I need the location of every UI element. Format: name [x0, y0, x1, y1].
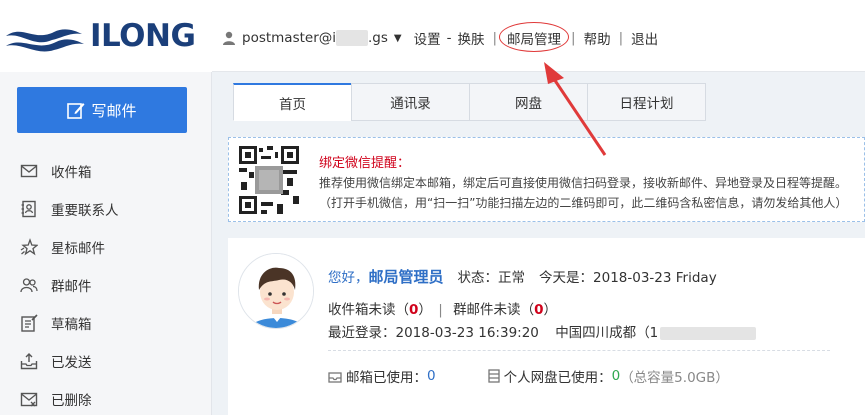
envelope-icon [20, 164, 38, 178]
logo[interactable]: ILONG [0, 0, 212, 72]
main-tabs: 首页 通讯录 网盘 日程计划 [233, 83, 706, 121]
folder-list: 收件箱 重要联系人 星标邮件 群邮件 草稿箱 已发送 已删除 [0, 152, 212, 415]
inbox-unread-label: 收件箱未读 [328, 302, 396, 318]
tab-home[interactable]: 首页 [233, 83, 352, 121]
status-label: 状态： [457, 270, 499, 286]
admin-avatar-icon [239, 254, 313, 328]
paren: ） [543, 302, 557, 318]
chevron-down-icon[interactable]: ▼ [394, 33, 402, 44]
separator: | [438, 302, 443, 318]
mailbox-used-label: 邮箱已使用： [346, 370, 427, 386]
unread-line: 收件箱未读（0） | 群邮件未读（0） [328, 298, 557, 318]
folder-label: 已发送 [51, 355, 92, 371]
group-unread-label: 群邮件未读 [453, 302, 521, 318]
last-login-line: 最近登录：2018-03-23 16:39:20 中国四川成都（1 [328, 321, 757, 341]
folder-label: 群邮件 [51, 279, 92, 295]
folder-deleted[interactable]: 已删除 [0, 380, 212, 415]
folder-label: 星标邮件 [51, 241, 105, 257]
wave-logo-icon [6, 29, 84, 52]
tab-calendar[interactable]: 日程计划 [587, 83, 706, 121]
mailbox-used-value: 0 [427, 368, 436, 384]
inbox-unread-count: 0 [409, 302, 419, 318]
status-value: 正常 [498, 270, 526, 286]
qr-code-icon[interactable] [237, 144, 301, 216]
folder-sent[interactable]: 已发送 [0, 342, 212, 380]
paren: （ [395, 302, 410, 318]
storage-usage-line: 邮箱已使用： 0 个人网盘已使用： 0 （总容量5.0GB） [328, 366, 729, 386]
inbox-unread[interactable]: 收件箱未读（0） [328, 302, 432, 318]
paren: （ [520, 302, 535, 318]
wechat-bind-notice: 绑定微信提醒： 推荐使用微信绑定本邮箱，绑定后可直接使用微信扫码登录，接收新邮件… [228, 137, 865, 222]
divider [328, 350, 830, 351]
notice-line-1: 推荐使用微信绑定本邮箱，绑定后可直接使用微信扫码登录，接收新邮件、异地登录及日程… [319, 176, 848, 190]
compose-button[interactable]: 写邮件 [17, 87, 187, 133]
greeting-hello: 您好， [328, 270, 369, 286]
notice-title: 绑定微信提醒： [319, 156, 411, 171]
today-value: 2018-03-23 Friday [593, 270, 717, 286]
disk-used-label: 个人网盘已使用： [503, 370, 612, 386]
mailbox-icon [328, 372, 342, 383]
folder-label: 重要联系人 [51, 203, 119, 219]
account-bar: postmaster@ixxxx.gs ▼ 设置 - 换肤 | 邮局管理 | 帮… [222, 22, 658, 52]
last-login-location: 中国四川成都 [555, 325, 637, 341]
help-link[interactable]: 帮助 [584, 28, 611, 48]
logout-link[interactable]: 退出 [631, 28, 658, 48]
today-label: 今天是： [539, 270, 594, 286]
group-unread[interactable]: 群邮件未读（0） [453, 302, 557, 318]
folder-label: 收件箱 [51, 165, 92, 181]
user-icon [223, 31, 235, 45]
disk-used-value: 0 [611, 368, 621, 384]
user-display-name[interactable]: 邮局管理员 [369, 268, 444, 286]
avatar[interactable] [238, 253, 314, 329]
tab-contacts[interactable]: 通讯录 [351, 83, 470, 121]
redacted-ip [660, 326, 757, 340]
folder-starred[interactable]: 星标邮件 [0, 228, 212, 266]
user-email[interactable]: postmaster@ixxxx.gs [242, 30, 388, 46]
brand-name: ILONG [90, 18, 196, 54]
compose-pencil-icon [67, 103, 85, 119]
settings-skin-dash: - [446, 30, 452, 46]
sidebar: 写邮件 收件箱 重要联系人 星标邮件 群邮件 草稿箱 已发送 已删除 [0, 72, 212, 415]
separator: | [618, 30, 624, 46]
greeting-line: 您好，邮局管理员 状态：正常 今天是：2018-03-23 Friday [328, 266, 717, 287]
separator: | [492, 30, 498, 46]
welcome-card: 您好，邮局管理员 状态：正常 今天是：2018-03-23 Friday 收件箱未读… [228, 238, 865, 415]
user-email-prefix: postmaster@i [242, 30, 337, 46]
folder-label: 草稿箱 [51, 317, 92, 333]
skin-link[interactable]: 换肤 [457, 28, 484, 48]
trash-mail-icon [20, 392, 38, 407]
disk-total: （总容量5.0GB） [620, 370, 729, 386]
sent-tray-icon [20, 353, 38, 370]
folder-label: 已删除 [51, 393, 92, 409]
settings-link[interactable]: 设置 [414, 28, 441, 48]
group-icon [20, 278, 38, 293]
last-login-ip: （1 [636, 325, 659, 341]
folder-group-mail[interactable]: 群邮件 [0, 266, 212, 304]
tab-netdisk[interactable]: 网盘 [469, 83, 588, 121]
notice-line-2: （打开手机微信，用“扫一扫”功能扫描左边的二维码即可，此二维码含私密信息，请勿发… [319, 196, 848, 210]
highlight-circle [499, 22, 570, 52]
contact-book-icon [21, 200, 36, 218]
last-login-label: 最近登录： [328, 325, 396, 341]
top-header: ILONG postmaster@ixxxx.gs ▼ 设置 - 换肤 | 邮局… [0, 0, 865, 72]
folder-drafts[interactable]: 草稿箱 [0, 304, 212, 342]
redacted-email-part: xxxx [336, 30, 368, 46]
user-email-suffix: .gs [367, 30, 388, 46]
folder-important-contacts[interactable]: 重要联系人 [0, 190, 212, 228]
paren: ） [418, 302, 432, 318]
separator: | [571, 30, 576, 46]
mail-admin-link[interactable]: 邮局管理 [499, 22, 570, 52]
mail-app: ILONG postmaster@ixxxx.gs ▼ 设置 - 换肤 | 邮局… [0, 0, 865, 415]
compose-label: 写邮件 [91, 101, 137, 120]
draft-icon [21, 314, 38, 332]
folder-inbox[interactable]: 收件箱 [0, 152, 212, 190]
last-login-time: 2018-03-23 16:39:20 [395, 325, 539, 341]
star-icon [20, 238, 38, 256]
server-disk-icon [487, 369, 500, 383]
